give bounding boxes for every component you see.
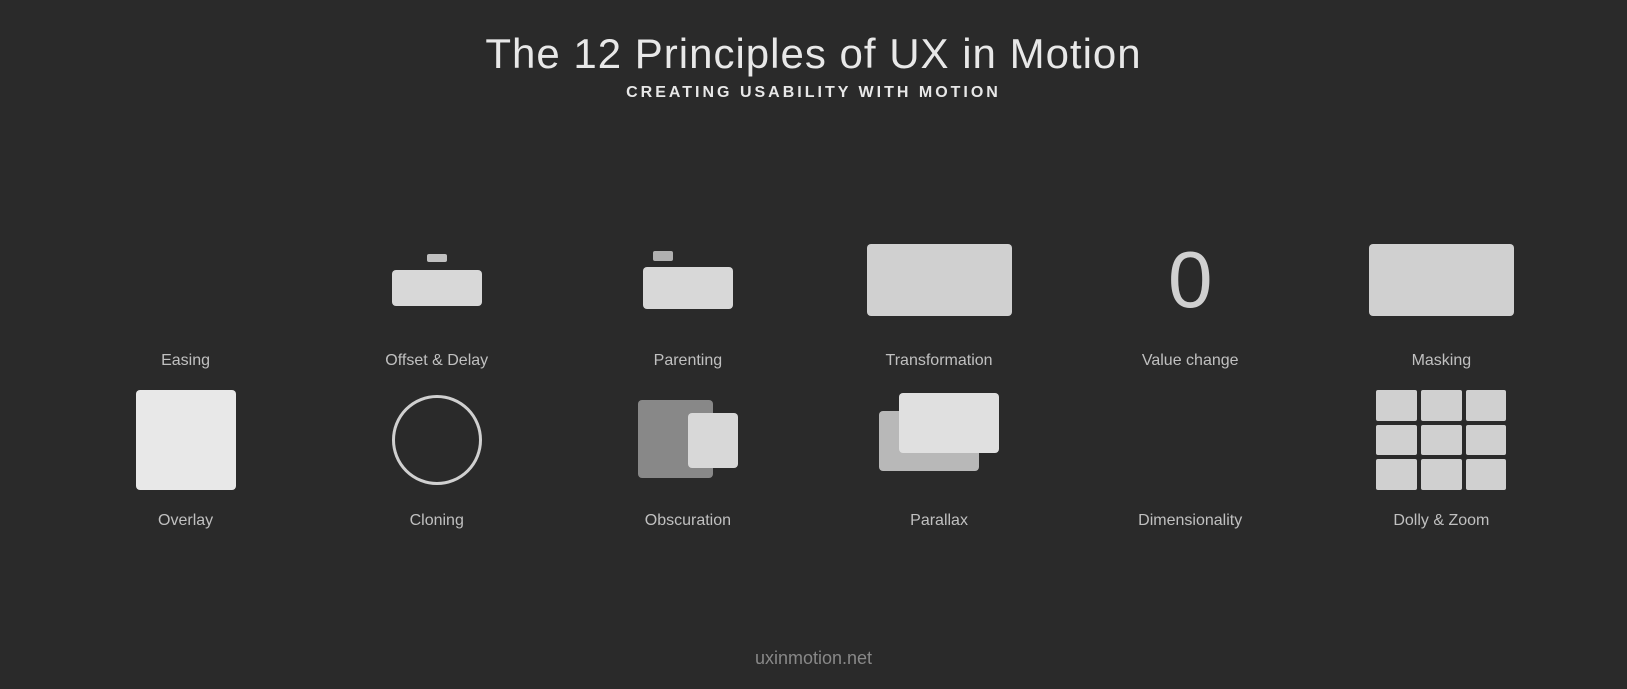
- overlay-icon-area: [96, 380, 276, 500]
- offset-delay-label: Offset & Delay: [385, 352, 488, 370]
- obscuration-front-rect: [688, 413, 738, 468]
- dolly-cell-2: [1421, 390, 1462, 421]
- parenting-label: Parenting: [654, 352, 723, 370]
- masking-label: Masking: [1412, 352, 1472, 370]
- principle-easing: Easing: [86, 220, 286, 370]
- principles-grid: Easing Offset & Delay Parenting: [20, 220, 1607, 530]
- principle-dolly-zoom: Dolly & Zoom: [1341, 380, 1541, 530]
- principle-overlay: Overlay: [86, 380, 286, 530]
- transformation-label: Transformation: [886, 352, 993, 370]
- dolly-cell-3: [1466, 390, 1507, 421]
- principle-value-change: 0 Value change: [1090, 220, 1290, 370]
- dolly-zoom-icon-area: [1351, 380, 1531, 500]
- principle-dimensionality: Dimensionality: [1090, 380, 1290, 530]
- page-header: The 12 Principles of UX in Motion CREATI…: [485, 30, 1141, 102]
- parenting-large-rect: [643, 267, 733, 309]
- principle-masking: Masking: [1341, 220, 1541, 370]
- transformation-icon: [867, 244, 1012, 316]
- principle-parallax: Parallax: [839, 380, 1039, 530]
- obscuration-icon: [638, 395, 738, 485]
- dolly-cell-5: [1421, 425, 1462, 456]
- obscuration-label: Obscuration: [645, 512, 731, 530]
- dolly-cell-6: [1466, 425, 1507, 456]
- offset-small-rect: [427, 254, 447, 262]
- dolly-zoom-label: Dolly & Zoom: [1393, 512, 1489, 530]
- dolly-cell-7: [1376, 459, 1417, 490]
- dolly-cell-1: [1376, 390, 1417, 421]
- footer: uxinmotion.net: [755, 648, 872, 669]
- parallax-icon: [879, 393, 999, 488]
- transformation-icon-area: [849, 220, 1029, 340]
- value-change-icon-area: 0: [1100, 220, 1280, 340]
- cloning-label: Cloning: [410, 512, 464, 530]
- principle-cloning: Cloning: [337, 380, 537, 530]
- principles-row-1: Easing Offset & Delay Parenting: [20, 220, 1607, 370]
- overlay-icon: [136, 390, 236, 490]
- offset-large-rect: [392, 270, 482, 306]
- offset-delay-icon-area: [347, 220, 527, 340]
- cloning-icon-area: [347, 380, 527, 500]
- dimensionality-icon: [1170, 400, 1210, 480]
- offset-delay-icon: [392, 254, 482, 306]
- principle-offset-delay: Offset & Delay: [337, 220, 537, 370]
- principle-obscuration: Obscuration: [588, 380, 788, 530]
- dolly-cell-9: [1466, 459, 1507, 490]
- parenting-icon-area: [598, 220, 778, 340]
- dimensionality-icon-area: [1100, 380, 1280, 500]
- parallax-label: Parallax: [910, 512, 968, 530]
- dolly-cell-8: [1421, 459, 1462, 490]
- masking-icon-area: [1351, 220, 1531, 340]
- parenting-icon: [643, 251, 733, 309]
- easing-icon-area: [96, 220, 276, 340]
- value-change-label: Value change: [1142, 352, 1239, 370]
- page-title: The 12 Principles of UX in Motion: [485, 30, 1141, 78]
- parallax-icon-area: [849, 380, 1029, 500]
- easing-label: Easing: [161, 352, 210, 370]
- parenting-small-rect: [653, 251, 673, 261]
- overlay-label: Overlay: [158, 512, 213, 530]
- value-change-icon: 0: [1168, 240, 1213, 320]
- dimensionality-label: Dimensionality: [1138, 512, 1242, 530]
- parallax-front-rect: [899, 393, 999, 453]
- principles-row-2: Overlay Cloning Obscuration: [20, 380, 1607, 530]
- dolly-zoom-icon: [1376, 390, 1506, 490]
- obscuration-icon-area: [598, 380, 778, 500]
- dolly-cell-4: [1376, 425, 1417, 456]
- page-subtitle: CREATING USABILITY WITH MOTION: [485, 84, 1141, 102]
- easing-icon: [136, 250, 236, 310]
- cloning-icon: [392, 395, 482, 485]
- masking-icon: [1369, 244, 1514, 316]
- principle-transformation: Transformation: [839, 220, 1039, 370]
- footer-url: uxinmotion.net: [755, 648, 872, 668]
- principle-parenting: Parenting: [588, 220, 788, 370]
